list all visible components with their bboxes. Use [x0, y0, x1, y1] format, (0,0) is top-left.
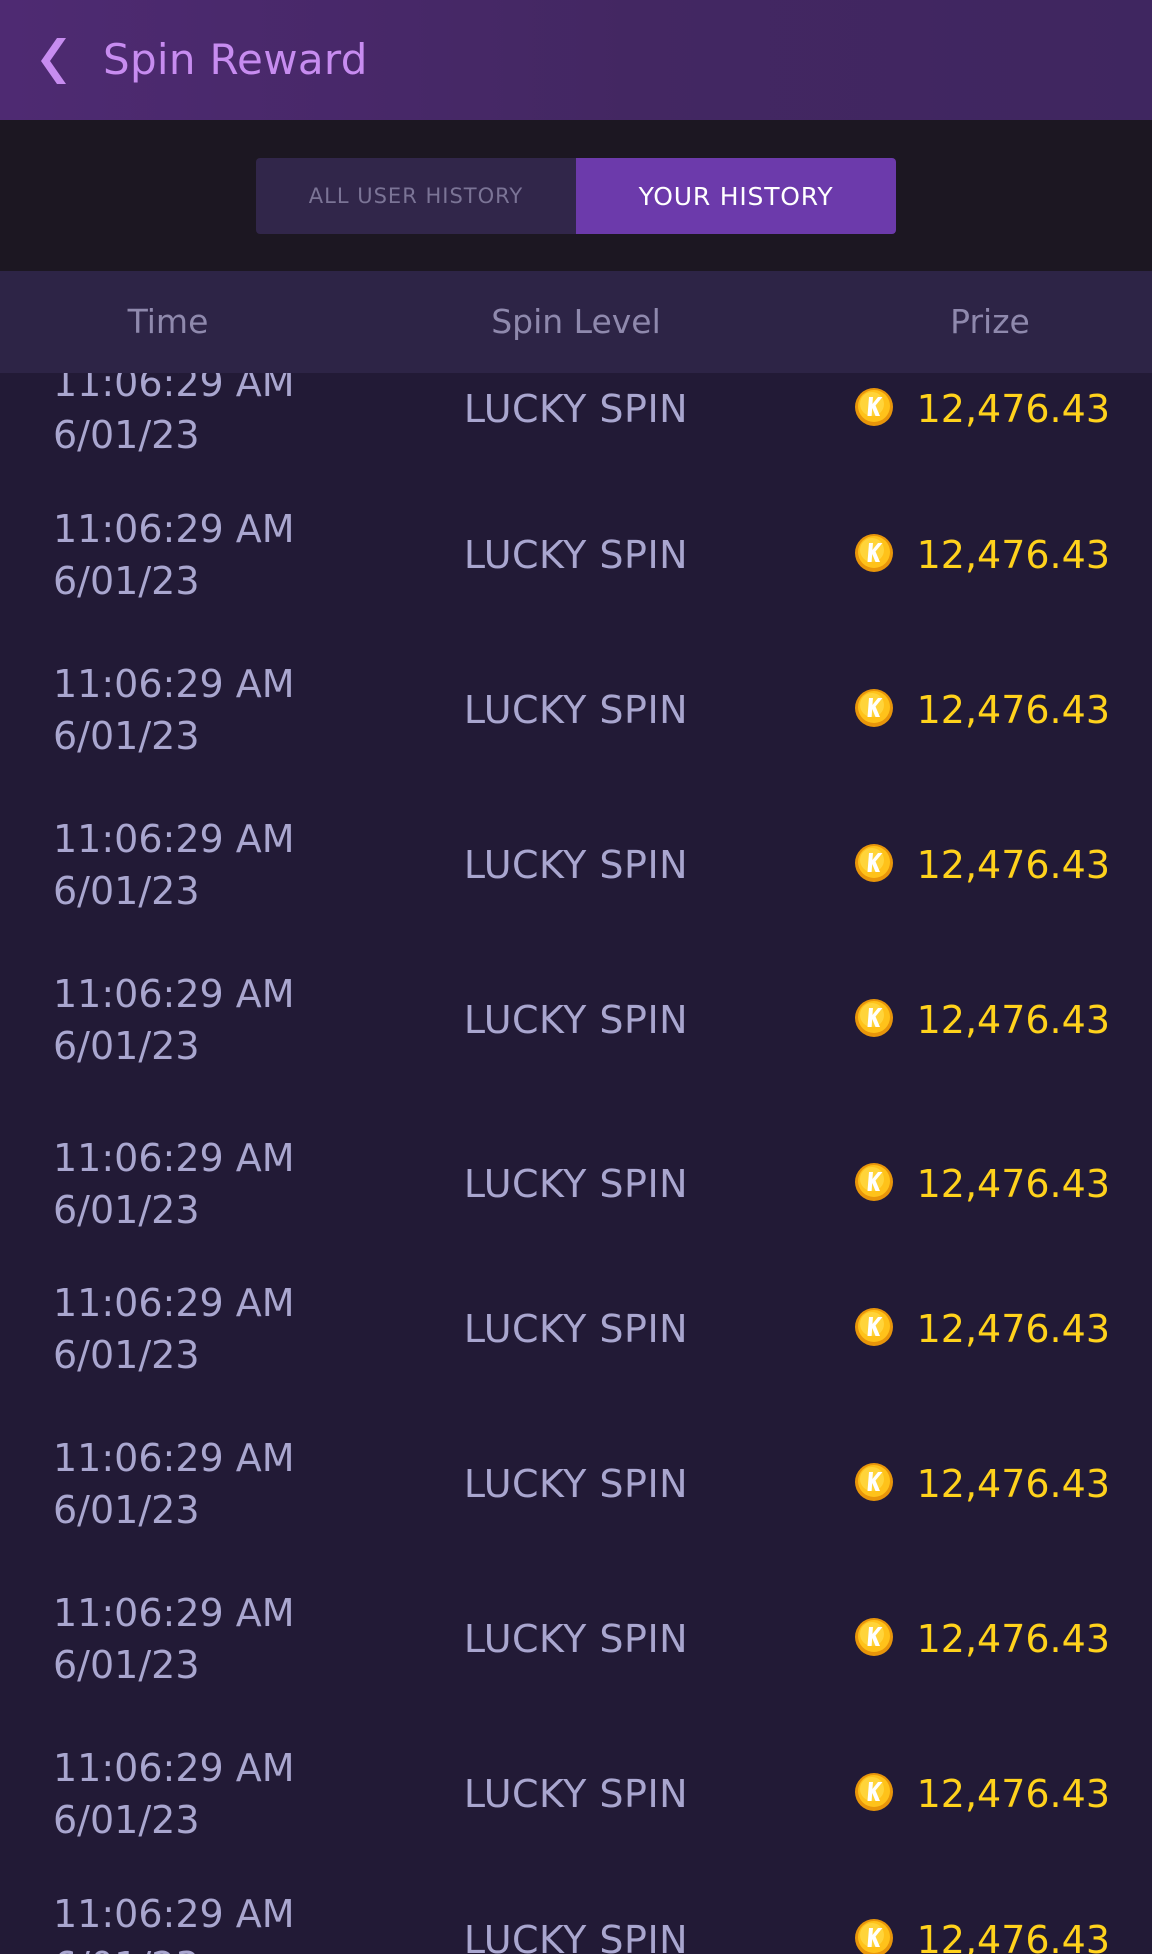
table-row[interactable]: 11:06:29 AM 6/01/23 LUCKY SPIN 12,476.43 [0, 503, 1152, 623]
table-row[interactable]: 11:06:29 AM 6/01/23 LUCKY SPIN 12,476.43 [0, 1432, 1152, 1552]
row-date: 6/01/23 [53, 869, 200, 913]
row-time-cell: 11:06:29 AM 6/01/23 [53, 1742, 373, 1846]
row-spin-level: LUCKY SPIN [463, 533, 689, 577]
row-time: 11:06:29 AM [53, 1436, 295, 1480]
row-spin-level: LUCKY SPIN [463, 843, 689, 887]
row-date: 6/01/23 [53, 1798, 200, 1842]
tab-your-history[interactable]: YOUR HISTORY [576, 158, 896, 234]
row-spin-level: LUCKY SPIN [463, 998, 689, 1042]
row-spin-level: LUCKY SPIN [463, 688, 689, 732]
row-prize: 12,476.43 [916, 1918, 1110, 1954]
table-header: Time Spin Level Prize [0, 271, 1152, 373]
row-time: 11:06:29 AM [53, 1746, 295, 1790]
tab-all-user-history[interactable]: ALL USER HISTORY [256, 158, 576, 234]
row-time-cell: 11:06:29 AM 6/01/23 [53, 813, 373, 917]
row-date: 6/01/23 [53, 1188, 200, 1232]
row-prize: 12,476.43 [916, 1162, 1110, 1206]
row-time: 11:06:29 AM [53, 817, 295, 861]
column-header-prize[interactable]: Prize [840, 271, 1140, 373]
row-date: 6/01/23 [53, 1940, 373, 1954]
table-row[interactable]: 11:06:29 AM 6/01/23 LUCKY SPIN 12,476.43 [0, 813, 1152, 933]
coin-icon [854, 1462, 894, 1502]
table-row[interactable]: 11:06:29 AM 6/01/23 LUCKY SPIN 12,476.43 [0, 968, 1152, 1088]
row-spin-level: LUCKY SPIN [463, 387, 689, 431]
row-spin-level: LUCKY SPIN [463, 1617, 689, 1661]
row-prize: 12,476.43 [916, 1772, 1110, 1816]
row-date: 6/01/23 [53, 1024, 200, 1068]
spin-reward-screen: Spin Reward ALL USER HISTORY YOUR HISTOR… [0, 0, 1152, 1954]
row-time: 11:06:29 AM [53, 1136, 295, 1180]
coin-icon [854, 1772, 894, 1812]
row-time-cell: 11:06:29 AM 6/01/23 [53, 503, 373, 607]
coin-icon [854, 1162, 894, 1202]
coin-icon [854, 387, 894, 427]
coin-icon [854, 843, 894, 883]
row-time: 11:06:29 AM [53, 972, 295, 1016]
row-prize: 12,476.43 [916, 533, 1110, 577]
back-button[interactable] [36, 36, 76, 86]
row-time-cell: 11:06:29 AM 6/01/23 [53, 373, 373, 461]
row-spin-level: LUCKY SPIN [463, 1918, 689, 1954]
row-spin-level: LUCKY SPIN [463, 1772, 689, 1816]
coin-icon [854, 688, 894, 728]
row-time-cell: 11:06:29 AM 6/01/23 [53, 1432, 373, 1536]
row-time-cell: 11:06:29 AM 6/01/23 [53, 1277, 373, 1381]
row-prize: 12,476.43 [916, 1307, 1110, 1351]
coin-icon [854, 533, 894, 573]
row-date: 6/01/23 [53, 559, 200, 603]
row-spin-level: LUCKY SPIN [463, 1307, 689, 1351]
row-time: 11:06:29 AM [53, 1591, 295, 1635]
table-row[interactable]: 11:06:29 AM 6/01/23 LUCKY SPIN 12,476.43 [0, 1587, 1152, 1707]
row-date: 6/01/23 [53, 714, 200, 758]
coin-icon [854, 1617, 894, 1657]
row-date: 6/01/23 [53, 1643, 200, 1687]
row-spin-level: LUCKY SPIN [463, 1162, 689, 1206]
history-tabs: ALL USER HISTORY YOUR HISTORY [256, 158, 896, 234]
row-prize: 12,476.43 [916, 1617, 1110, 1661]
row-prize: 12,476.43 [916, 843, 1110, 887]
app-header: Spin Reward [0, 0, 1152, 120]
row-time-cell: 11:06:29 AM 6/01/23 [53, 658, 373, 762]
row-date: 6/01/23 [53, 1333, 200, 1377]
table-row[interactable]: 11:06:29 AM 6/01/23 LUCKY SPIN 12,476.43 [0, 1277, 1152, 1397]
table-row[interactable]: 11:06:29 AM 6/01/23 LUCKY SPIN 12,476.43 [0, 373, 1152, 477]
column-header-spin-level[interactable]: Spin Level [386, 271, 766, 373]
row-prize: 12,476.43 [916, 688, 1110, 732]
table-row[interactable]: 11:06:29 AM 6/01/23 LUCKY SPIN 12,476.43 [0, 1132, 1152, 1252]
history-list[interactable]: 11:06:29 AM 6/01/23 LUCKY SPIN 12,476.43 11:… [0, 373, 1152, 1954]
row-time-cell: 11:06:29 AM 6/01/23 [53, 1132, 373, 1236]
row-time: 11:06:29 AM [53, 1281, 295, 1325]
row-time-cell: 11:06:29 AM 6/01/23 [53, 968, 373, 1072]
table-row[interactable]: 11:06:29 AM 6/01/23 LUCKY SPIN 12,476.43 [0, 1742, 1152, 1862]
row-spin-level: LUCKY SPIN [463, 1462, 689, 1506]
row-time: 11:06:29 AM [53, 662, 295, 706]
table-row[interactable]: 11:06:29 AM 6/01/23 LUCKY SPIN 12,476.43 [0, 658, 1152, 778]
coin-icon [854, 1307, 894, 1347]
chevron-left-icon [41, 38, 66, 84]
row-date: 6/01/23 [53, 413, 200, 457]
row-time: 11:06:29 AM [53, 373, 295, 405]
page-title: Spin Reward [103, 35, 368, 84]
row-prize: 12,476.43 [916, 1462, 1110, 1506]
row-time-cell: 11:06:29 AM 6/01/23 [53, 1888, 373, 1954]
column-header-time[interactable]: Time [0, 271, 336, 373]
row-time-cell: 11:06:29 AM 6/01/23 [53, 1587, 373, 1691]
row-time: 11:06:29 AM [53, 507, 295, 551]
row-prize: 12,476.43 [916, 387, 1110, 431]
row-time: 11:06:29 AM [53, 1892, 295, 1936]
coin-icon [854, 998, 894, 1038]
row-date: 6/01/23 [53, 1488, 200, 1532]
coin-icon [854, 1918, 894, 1954]
table-row[interactable]: 11:06:29 AM 6/01/23 LUCKY SPIN 12,476.43 [0, 1888, 1152, 1954]
row-prize: 12,476.43 [916, 998, 1110, 1042]
